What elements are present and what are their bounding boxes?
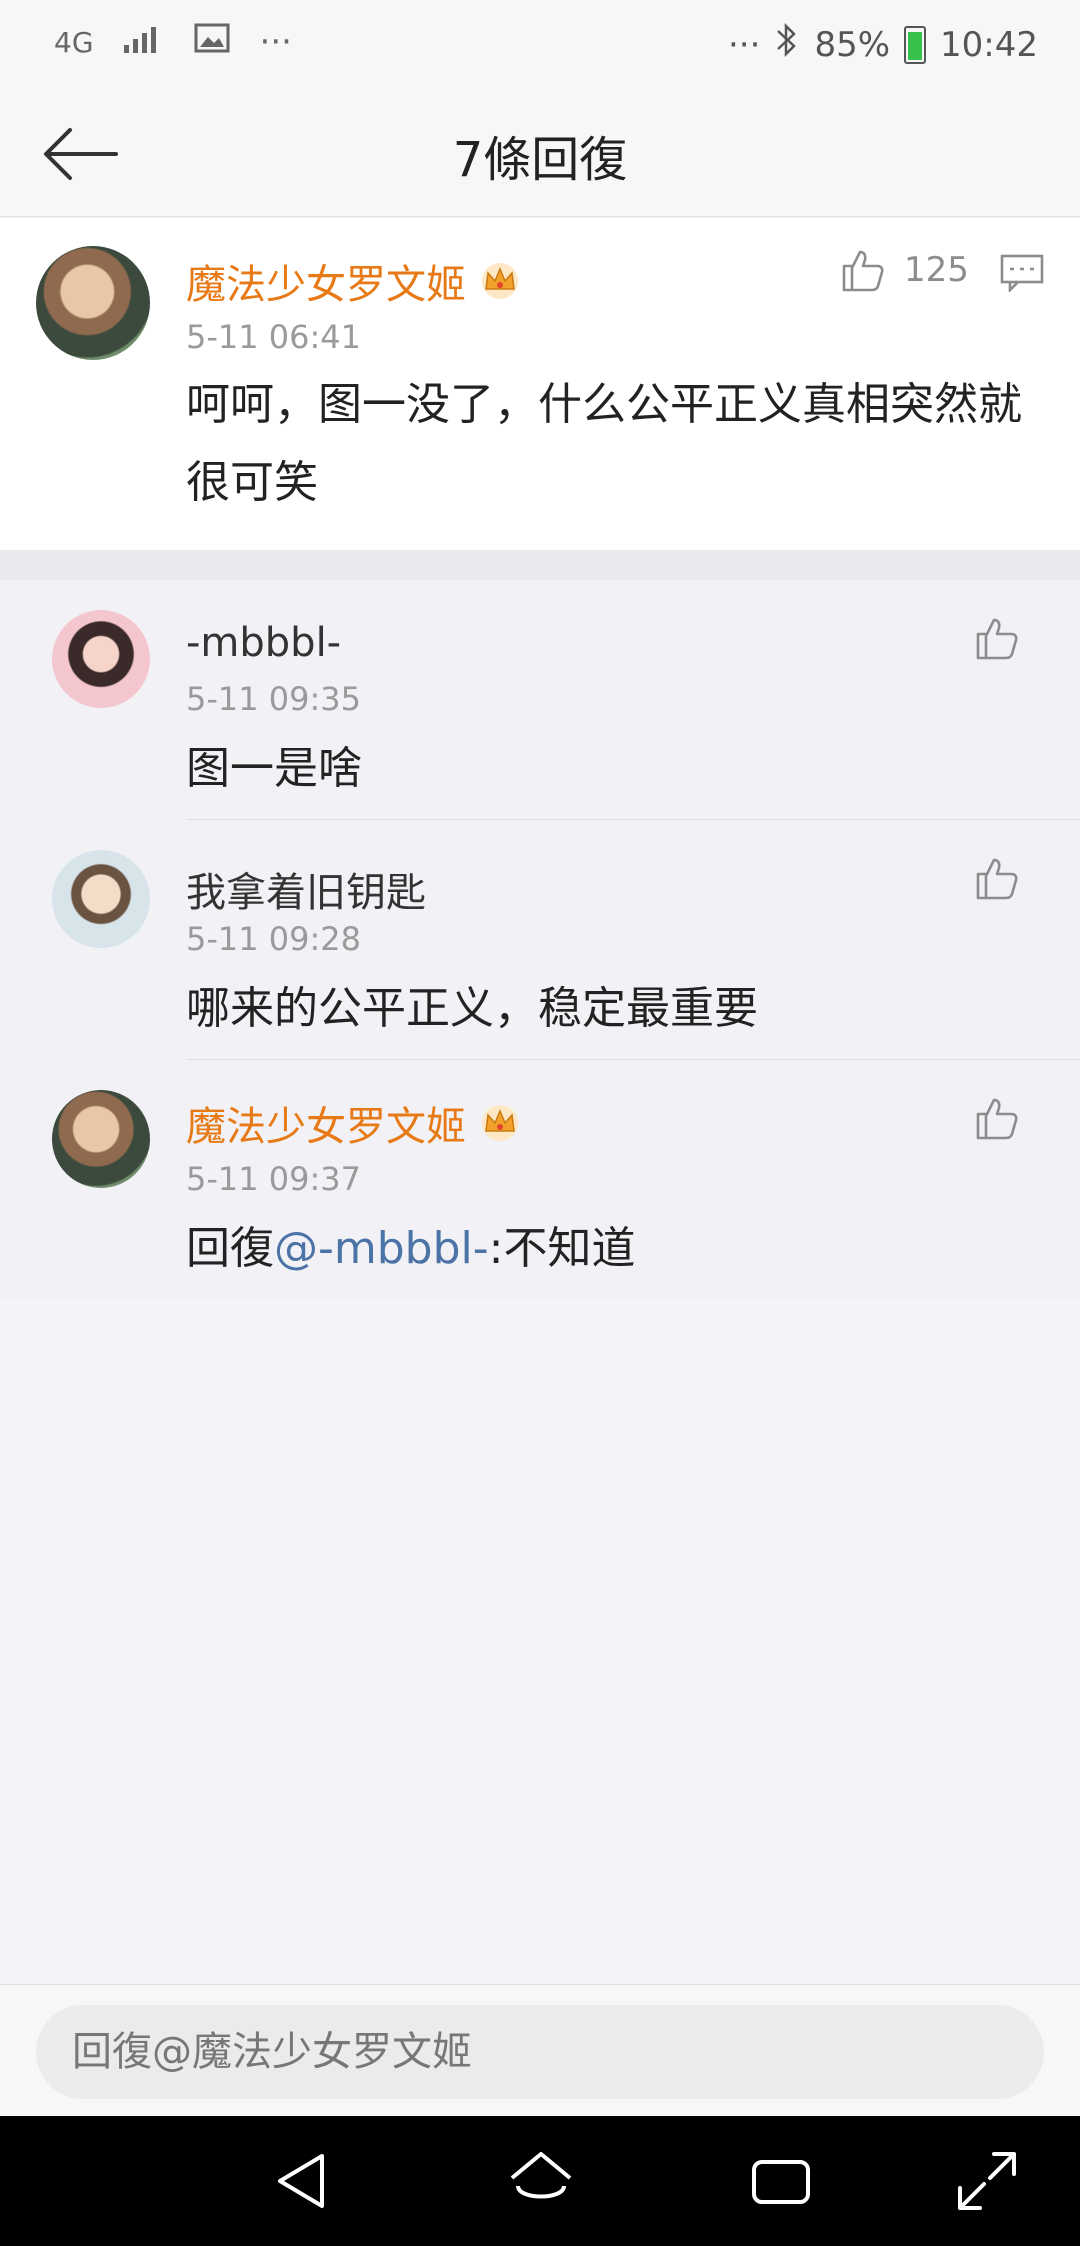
status-right-dots: ··· — [728, 24, 761, 65]
vip-crown-icon — [482, 1105, 518, 1141]
reply-time: 5-11 09:37 — [186, 1160, 362, 1198]
username-text: 魔法少女罗文姬 — [186, 1104, 466, 1150]
like-button[interactable] — [972, 1094, 1020, 1142]
battery-icon — [904, 25, 927, 64]
nav-back-button[interactable] — [266, 2144, 340, 2218]
avatar[interactable] — [52, 850, 150, 948]
username-text: -mbbbl- — [186, 620, 342, 666]
bluetooth-icon — [774, 22, 800, 67]
like-button[interactable]: 125 — [838, 246, 969, 294]
reply-item: 魔法少女罗文姬 5-11 09:37 回復@-mbbbl-:不知道 — [0, 1060, 1080, 1300]
home-icon — [510, 2152, 572, 2199]
avatar[interactable] — [36, 246, 150, 360]
header: 7條回復 — [0, 90, 1080, 217]
like-count: 125 — [904, 250, 969, 290]
reply-input[interactable]: 回復@魔法少女罗文姬 — [36, 2005, 1044, 2099]
status-bar: 4G ··· ··· 85% 10:42 — [0, 0, 1080, 90]
avatar[interactable] — [52, 610, 150, 708]
like-button[interactable] — [972, 854, 1020, 902]
back-triangle-icon — [278, 2154, 324, 2208]
reply-item: -mbbbl- 5-11 09:35 图一是啥 — [0, 580, 1080, 820]
reply-time: 5-11 09:35 — [186, 680, 362, 718]
vip-crown-icon — [482, 263, 518, 299]
like-button[interactable] — [972, 614, 1020, 662]
network-label: 4G — [54, 25, 94, 59]
comment-time: 5-11 06:41 — [186, 318, 362, 356]
comment-reply-icon[interactable] — [1000, 254, 1044, 294]
thumbs-up-icon — [976, 858, 1018, 900]
reply-text: 哪来的公平正义，稳定最重要 — [186, 983, 758, 1034]
comment-thread-screen: 4G ··· ··· 85% 10:42 7條回復 魔法少女罗文姬 5-11 0… — [0, 0, 1080, 2246]
username-text: 魔法少女罗文姬 — [186, 262, 466, 308]
image-icon — [194, 22, 230, 62]
reply-text: 图一是啥 — [186, 743, 362, 794]
reply-username[interactable]: 魔法少女罗文姬 — [186, 1094, 522, 1152]
reply-item: 我拿着旧钥匙 5-11 09:28 哪来的公平正义，稳定最重要 — [0, 820, 1080, 1060]
page-title: 7條回復 — [452, 132, 628, 188]
reply-list: -mbbbl- 5-11 09:35 图一是啥 我拿着旧钥匙 5-11 09:2… — [0, 580, 1080, 1300]
mention-link[interactable]: @-mbbbl- — [274, 1223, 489, 1274]
thumbs-up-icon — [842, 250, 884, 292]
reply-suffix: :不知道 — [488, 1223, 636, 1274]
comment-text: 呵呵，图一没了，什么公平正义真相突然就很可笑 — [186, 379, 1022, 508]
system-nav-bar — [0, 2116, 1080, 2246]
reply-text: 回復@-mbbbl-:不知道 — [186, 1210, 635, 1288]
reply-username[interactable]: -mbbbl- — [186, 620, 341, 666]
expand-icon — [958, 2152, 1016, 2210]
section-divider — [0, 550, 1080, 580]
thumbs-up-icon — [976, 618, 1018, 660]
signal-icon — [123, 22, 164, 62]
battery-percent: 85% — [814, 24, 891, 65]
thumbs-up-icon — [976, 1098, 1018, 1140]
nav-home-button[interactable] — [504, 2144, 578, 2218]
clock: 10:42 — [940, 24, 1038, 65]
nav-expand-button[interactable] — [950, 2144, 1024, 2218]
status-left-dots: ··· — [259, 22, 292, 62]
avatar[interactable] — [52, 1090, 150, 1188]
reply-username[interactable]: 我拿着旧钥匙 — [186, 860, 426, 918]
reply-prefix: 回復 — [186, 1223, 274, 1274]
nav-recents-button[interactable] — [744, 2144, 818, 2218]
username-text: 我拿着旧钥匙 — [186, 870, 426, 916]
main-comment: 魔法少女罗文姬 5-11 06:41 呵呵，图一没了，什么公平正义真相突然就很可… — [0, 218, 1080, 550]
recents-icon — [752, 2160, 810, 2204]
reply-input-bar: 回復@魔法少女罗文姬 — [0, 1984, 1080, 2117]
comment-username[interactable]: 魔法少女罗文姬 — [186, 252, 522, 310]
reply-time: 5-11 09:28 — [186, 920, 362, 958]
